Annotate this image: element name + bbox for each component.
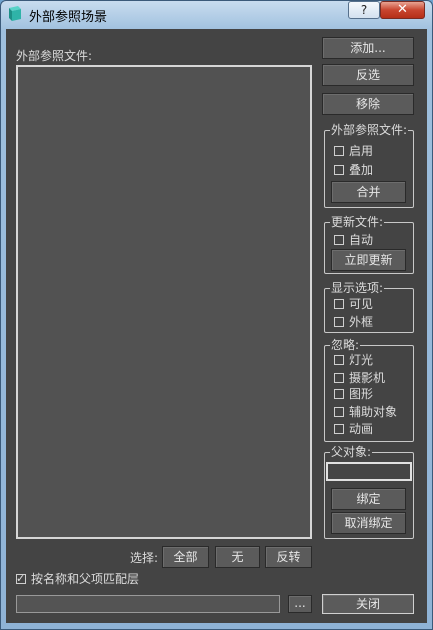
auto-update-option[interactable]: 自动 bbox=[334, 232, 373, 248]
ignore-animation-checkbox[interactable] bbox=[334, 424, 344, 434]
close-window-button[interactable]: ✕ bbox=[380, 1, 425, 19]
app-logo-icon bbox=[8, 6, 22, 22]
ignore-cameras-option[interactable]: 摄影机 bbox=[334, 370, 385, 386]
file-list-label: 外部参照文件: bbox=[16, 49, 93, 63]
ignore-shapes-checkbox[interactable] bbox=[334, 389, 344, 399]
help-button[interactable]: ? bbox=[348, 1, 380, 19]
update-file-group-title: 更新文件: bbox=[330, 215, 385, 229]
parent-object-field[interactable] bbox=[326, 462, 412, 481]
xref-path-field[interactable] bbox=[16, 595, 280, 613]
ignore-animation-option[interactable]: 动画 bbox=[334, 421, 373, 437]
visible-checkbox[interactable] bbox=[334, 299, 344, 309]
ignore-lights-option[interactable]: 灯光 bbox=[334, 352, 373, 368]
box-option[interactable]: 外框 bbox=[334, 314, 373, 330]
xref-files-group-title: 外部参照文件: bbox=[330, 123, 409, 137]
match-by-name-option[interactable]: 按名称和父项匹配层 bbox=[16, 571, 139, 587]
select-all-button[interactable]: 全部 bbox=[162, 546, 209, 568]
select-none-button[interactable]: 无 bbox=[215, 546, 260, 568]
match-by-name-checkbox[interactable] bbox=[16, 571, 26, 587]
ignore-cameras-checkbox[interactable] bbox=[334, 373, 344, 383]
auto-update-checkbox[interactable] bbox=[334, 235, 344, 245]
enabled-option[interactable]: 启用 bbox=[334, 143, 373, 159]
window-title: 外部参照场景 bbox=[29, 10, 108, 25]
ignore-helpers-checkbox[interactable] bbox=[334, 407, 344, 417]
bind-button[interactable]: 绑定 bbox=[331, 488, 406, 510]
unbind-button[interactable]: 取消绑定 bbox=[331, 512, 406, 534]
ignore-group-title: 忽略: bbox=[330, 338, 361, 352]
visible-option[interactable]: 可见 bbox=[334, 296, 373, 312]
xref-file-list[interactable] bbox=[16, 65, 312, 539]
remove-button[interactable]: 移除 bbox=[322, 93, 414, 115]
ignore-shapes-option[interactable]: 图形 bbox=[334, 386, 373, 402]
ignore-lights-checkbox[interactable] bbox=[334, 355, 344, 365]
browse-button[interactable]: ... bbox=[288, 595, 312, 613]
box-checkbox[interactable] bbox=[334, 317, 344, 327]
invert-select-button[interactable]: 反选 bbox=[322, 64, 414, 86]
merge-button[interactable]: 合并 bbox=[331, 181, 406, 203]
add-button[interactable]: 添加... bbox=[322, 37, 414, 59]
ignore-helpers-option[interactable]: 辅助对象 bbox=[334, 404, 397, 420]
selection-label: 选择: bbox=[130, 551, 159, 565]
parent-object-group-title: 父对象: bbox=[330, 445, 373, 459]
display-options-group-title: 显示选项: bbox=[330, 281, 385, 295]
overlay-checkbox[interactable] bbox=[334, 165, 344, 175]
select-invert-button[interactable]: 反转 bbox=[265, 546, 312, 568]
close-button[interactable]: 关闭 bbox=[322, 594, 414, 614]
enabled-checkbox[interactable] bbox=[334, 146, 344, 156]
update-now-button[interactable]: 立即更新 bbox=[331, 249, 406, 271]
overlay-option[interactable]: 叠加 bbox=[334, 162, 373, 178]
